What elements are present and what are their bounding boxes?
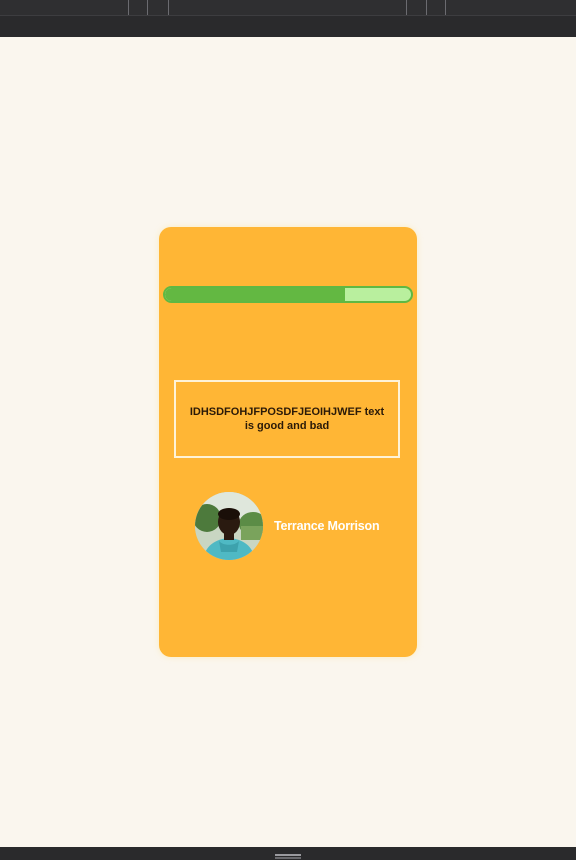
- toolbar-divider: [445, 0, 446, 15]
- toolbar-divider: [406, 0, 407, 15]
- person-photo-icon: [195, 492, 263, 560]
- toolbar-divider: [168, 0, 169, 15]
- top-system-bar: [0, 0, 576, 37]
- avatar[interactable]: [195, 492, 263, 560]
- profile-name[interactable]: Terrance Morrison: [274, 519, 380, 533]
- progress-bar: [163, 286, 413, 303]
- profile-row[interactable]: Terrance Morrison: [195, 492, 405, 560]
- toolbar-divider: [147, 0, 148, 15]
- bottom-system-bar: [0, 847, 576, 860]
- profile-card: IDHSDFOHJFPOSDFJEOIHJWEF text is good an…: [159, 227, 417, 657]
- drag-handle-icon[interactable]: [275, 854, 301, 856]
- toolbar-divider: [426, 0, 427, 15]
- toolbar-divider: [128, 0, 129, 15]
- progress-bar-fill: [165, 288, 345, 301]
- message-text: IDHSDFOHJFPOSDFJEOIHJWEF text is good an…: [189, 406, 385, 432]
- top-toolbar-strip: [0, 0, 576, 16]
- message-box: IDHSDFOHJFPOSDFJEOIHJWEF text is good an…: [174, 380, 400, 458]
